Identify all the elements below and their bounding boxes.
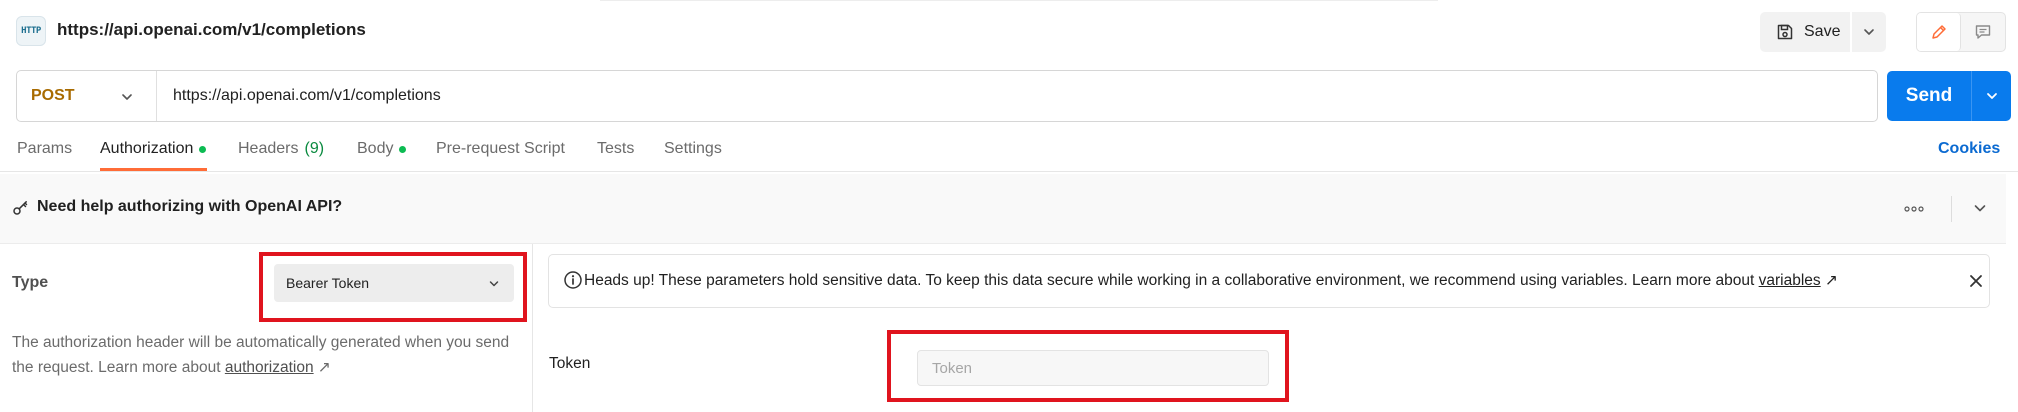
info-icon [564, 271, 582, 289]
more-options-icon[interactable] [1900, 200, 1928, 218]
http-icon-text: HTTP [21, 26, 41, 36]
auth-type-value: Bearer Token [286, 275, 370, 291]
tab-label: Body [357, 140, 394, 157]
request-tabs: Params Authorization Headers (9) Body Pr… [0, 128, 2018, 172]
variables-link[interactable]: variables [1759, 272, 1821, 289]
auth-help-text: Need help authorizing with OpenAI API? [37, 198, 343, 215]
tab-tests[interactable]: Tests [597, 140, 634, 158]
method-label: POST [31, 87, 75, 104]
chevron-down-icon [122, 94, 132, 100]
warning-message: Heads up! These parameters hold sensitiv… [584, 272, 1759, 289]
edit-mode-button[interactable] [1917, 13, 1961, 51]
tab-label: Params [17, 140, 73, 157]
auth-type-select[interactable]: Bearer Token [274, 264, 514, 302]
auth-type-panel: Type Bearer Token The authorization head… [0, 244, 533, 412]
save-options-button[interactable] [1852, 12, 1886, 52]
modified-dot [399, 145, 407, 153]
ellipsis-icon [1904, 206, 1924, 212]
chevron-down-icon [1864, 29, 1874, 35]
tab-settings[interactable]: Settings [664, 140, 722, 158]
auth-help-banner[interactable]: Need help authorizing with OpenAI API? [0, 174, 2006, 244]
tab-params[interactable]: Params [17, 140, 72, 158]
sensitive-data-warning: Heads up! These parameters hold sensitiv… [548, 254, 1990, 308]
chevron-down-icon[interactable] [1972, 200, 1988, 216]
comment-icon [1975, 25, 1991, 39]
save-icon [1777, 24, 1793, 40]
tab-label: Authorization [100, 140, 194, 157]
headers-count: (9) [304, 140, 325, 157]
tab-authorization[interactable]: Authorization [100, 140, 207, 158]
tab-pre-request-script[interactable]: Pre-request Script [436, 140, 565, 158]
save-button-group: Save [1760, 12, 1886, 52]
request-header: HTTP https://api.openai.com/v1/completio… [0, 0, 2018, 62]
active-tab-indicator [100, 168, 207, 171]
banner-divider [1951, 196, 1952, 222]
warning-text: Heads up! These parameters hold sensitiv… [584, 271, 1838, 290]
send-options-button[interactable] [1971, 71, 2011, 121]
token-label: Token [549, 355, 591, 372]
save-label: Save [1804, 23, 1841, 40]
tab-body[interactable]: Body [357, 140, 407, 158]
chevron-down-icon [489, 281, 499, 287]
token-input[interactable] [917, 350, 1269, 386]
key-icon [13, 201, 28, 215]
view-mode-toggle [1916, 12, 2006, 52]
modified-dot [199, 145, 207, 153]
tab-headers[interactable]: Headers (9) [238, 140, 324, 158]
method-select[interactable]: POST [17, 71, 157, 121]
tab-label: Tests [597, 140, 635, 157]
url-bar: POST [16, 70, 1878, 122]
external-link-icon: ↗ [317, 359, 331, 376]
request-title[interactable]: https://api.openai.com/v1/completions [57, 20, 366, 40]
chevron-down-icon [1986, 93, 1997, 99]
comments-button[interactable] [1961, 13, 2005, 51]
auth-description: The authorization header will be automat… [12, 330, 512, 380]
close-icon[interactable] [1968, 273, 1984, 289]
url-input[interactable] [157, 71, 1877, 121]
tab-label: Pre-request Script [436, 140, 565, 157]
http-request-icon: HTTP [16, 16, 46, 46]
send-button[interactable]: Send [1887, 71, 1971, 121]
cookies-link[interactable]: Cookies [1938, 140, 2000, 158]
send-button-group: Send [1887, 71, 2011, 121]
tab-label: Headers [238, 140, 299, 157]
authorization-link[interactable]: authorization [225, 359, 314, 376]
auth-type-label: Type [12, 274, 49, 291]
tab-label: Settings [664, 140, 722, 157]
save-button[interactable]: Save [1760, 12, 1850, 52]
pencil-icon [1931, 25, 1946, 39]
external-link-icon: ↗ [1824, 272, 1838, 289]
